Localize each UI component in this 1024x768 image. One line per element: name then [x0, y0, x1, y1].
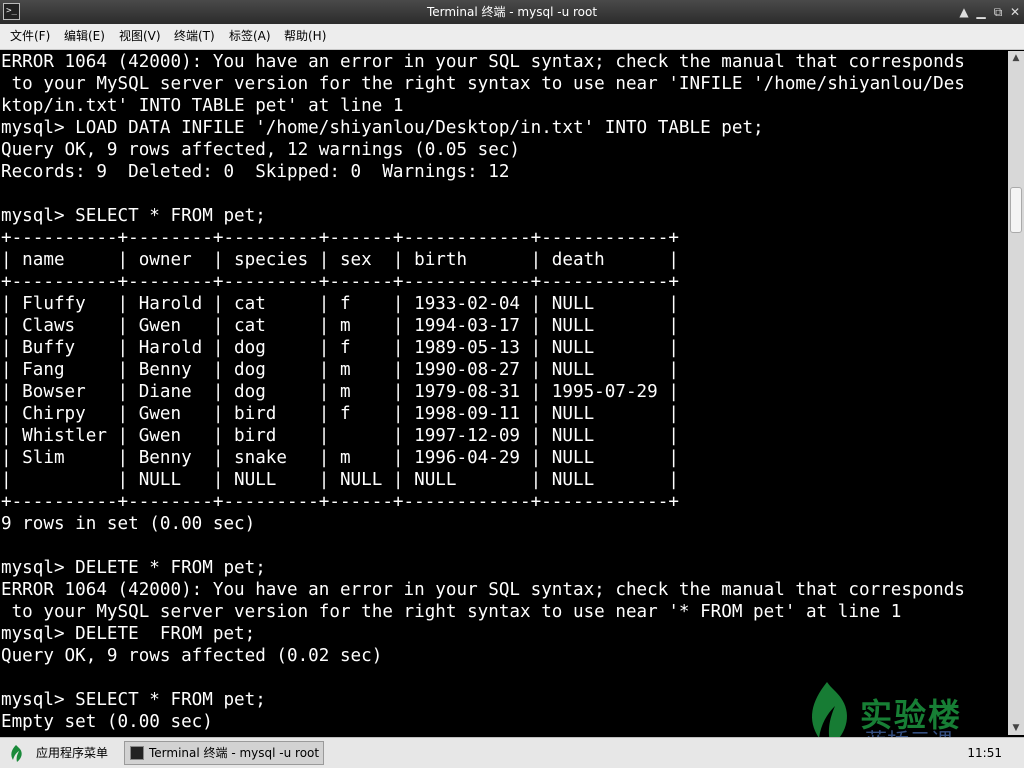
terminal-line: mysql> SELECT * FROM pet; — [1, 690, 266, 710]
terminal-icon — [130, 746, 144, 760]
terminal-line: | Claws | Gwen | cat | m | 1994-03-17 | … — [1, 316, 679, 336]
terminal-line: | name | owner | species | sex | birth |… — [1, 250, 679, 270]
terminal-line: to your MySQL server version for the rig… — [1, 602, 902, 622]
shade-icon[interactable]: ▲ — [956, 4, 972, 20]
close-icon[interactable]: ✕ — [1007, 4, 1023, 20]
terminal-line: | | NULL | NULL | NULL | NULL | NULL | — [1, 470, 679, 490]
terminal-line: | Fluffy | Harold | cat | f | 1933-02-04… — [1, 294, 679, 314]
window-title: Terminal 终端 - mysql -u root — [426, 5, 598, 19]
terminal-line: | Slim | Benny | snake | m | 1996-04-29 … — [1, 448, 679, 468]
window-titlebar[interactable]: >_ Terminal 终端 - mysql -u root ▲ ▁ ⧉ ✕ — [0, 0, 1024, 24]
terminal-line: | Bowser | Diane | dog | m | 1979-08-31 … — [1, 382, 679, 402]
terminal-line: | Chirpy | Gwen | bird | f | 1998-09-11 … — [1, 404, 679, 424]
menu-help[interactable]: 帮助(H) — [284, 24, 326, 49]
menu-view[interactable]: 视图(V) — [119, 24, 161, 49]
menu-file[interactable]: 文件(F) — [10, 24, 50, 49]
terminal-line: | Fang | Benny | dog | m | 1990-08-27 | … — [1, 360, 679, 380]
menu-edit[interactable]: 编辑(E) — [64, 24, 105, 49]
scroll-down-icon[interactable]: ▼ — [1008, 721, 1024, 735]
terminal-line: Query OK, 9 rows affected, 12 warnings (… — [1, 140, 521, 160]
menu-terminal[interactable]: 终端(T) — [174, 24, 215, 49]
minimize-icon[interactable]: ▁ — [973, 4, 989, 20]
terminal-line: mysql> DELETE FROM pet; — [1, 624, 256, 644]
clock[interactable]: 11:51 — [967, 738, 1002, 768]
terminal-line: mysql> DELETE * FROM pet; — [1, 558, 266, 578]
taskbar-item-label: Terminal 终端 - mysql -u root — [149, 746, 320, 760]
scrollbar-thumb[interactable] — [1010, 187, 1022, 233]
taskbar: 应用程序菜单 Terminal 终端 - mysql -u root 11:51 — [0, 737, 1024, 768]
terminal-line: | Buffy | Harold | dog | f | 1989-05-13 … — [1, 338, 679, 358]
terminal-line: mysql> SELECT * FROM pet; — [1, 206, 266, 226]
vertical-scrollbar[interactable]: ▲ ▼ — [1008, 51, 1024, 735]
applications-menu-label: 应用程序菜单 — [36, 746, 109, 760]
terminal-line: +----------+--------+---------+------+--… — [1, 272, 679, 292]
terminal-line: +----------+--------+---------+------+--… — [1, 228, 679, 248]
maximize-icon[interactable]: ⧉ — [990, 4, 1006, 20]
terminal-line: Query OK, 9 rows affected (0.02 sec) — [1, 646, 383, 666]
terminal-line: to your MySQL server version for the rig… — [1, 74, 965, 94]
terminal-line: ERROR 1064 (42000): You have an error in… — [1, 52, 965, 72]
terminal-line: Records: 9 Deleted: 0 Skipped: 0 Warning… — [1, 162, 510, 182]
terminal-line: ERROR 1064 (42000): You have an error in… — [1, 580, 965, 600]
terminal-line: Empty set (0.00 sec) — [1, 712, 213, 732]
app-menu-leaf-icon — [11, 745, 22, 762]
terminal-line: ktop/in.txt' INTO TABLE pet' at line 1 — [1, 96, 404, 116]
scroll-up-icon[interactable]: ▲ — [1008, 51, 1024, 65]
menu-tabs[interactable]: 标签(A) — [229, 24, 271, 49]
terminal-lines: ERROR 1064 (42000): You have an error in… — [1, 51, 965, 733]
terminal-line: mysql> LOAD DATA INFILE '/home/shiyanlou… — [1, 118, 764, 138]
terminal-output[interactable]: ERROR 1064 (42000): You have an error in… — [0, 51, 1008, 735]
terminal-line: | Whistler | Gwen | bird | | 1997-12-09 … — [1, 426, 679, 446]
terminal-line: 9 rows in set (0.00 sec) — [1, 514, 256, 534]
menu-bar: 文件(F) 编辑(E) 视图(V) 终端(T) 标签(A) 帮助(H) — [0, 24, 1024, 50]
taskbar-item-terminal[interactable]: Terminal 终端 - mysql -u root — [124, 741, 324, 765]
terminal-line: +----------+--------+---------+------+--… — [1, 492, 679, 512]
